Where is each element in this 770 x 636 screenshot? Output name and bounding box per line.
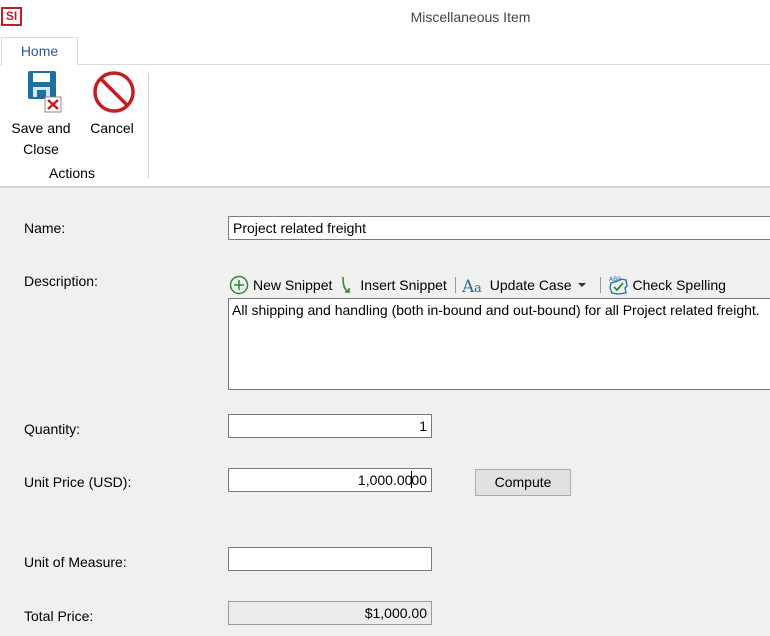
unit-price-value-tail: 00	[411, 472, 427, 488]
check-spelling-button[interactable]: ABC Check Spelling	[607, 274, 726, 296]
unit-price-label: Unit Price (USD):	[24, 474, 132, 490]
update-case-label: Update Case	[489, 277, 572, 293]
text-case-icon: A a	[462, 277, 482, 295]
ribbon-group-separator	[148, 73, 149, 179]
snippet-toolbar: New Snippet Insert Snippet A a Update Ca…	[229, 273, 770, 297]
title-bar: SI Miscellaneous Item	[0, 0, 770, 34]
add-circle-icon	[229, 275, 249, 295]
total-price-field: $1,000.00	[228, 601, 432, 625]
svg-text:a: a	[474, 281, 482, 295]
description-label: Description:	[24, 273, 98, 289]
save-and-close-button[interactable]: Save and Close	[6, 65, 76, 160]
quantity-input[interactable]: 1	[228, 414, 432, 438]
total-price-label: Total Price:	[24, 608, 94, 624]
save-and-close-label-line1: Save and	[11, 120, 71, 136]
tab-home[interactable]: Home	[1, 37, 78, 66]
save-close-icon	[28, 71, 62, 113]
new-snippet-label: New Snippet	[253, 277, 333, 293]
spell-check-icon: ABC	[609, 276, 628, 295]
toolbar-separator	[454, 277, 456, 293]
insert-snippet-button[interactable]: Insert Snippet	[338, 275, 447, 295]
ribbon: Save and Close Cancel Actions	[0, 65, 770, 188]
check-spelling-label: Check Spelling	[632, 277, 726, 293]
name-label: Name:	[24, 220, 66, 236]
cancel-icon	[93, 71, 135, 113]
ribbon-tabstrip: Home	[0, 34, 770, 66]
quantity-label: Quantity:	[24, 421, 81, 437]
unit-of-measure-input[interactable]	[228, 547, 432, 571]
unit-price-input[interactable]: 1,000.0000	[228, 468, 432, 492]
new-snippet-button[interactable]: New Snippet	[229, 275, 332, 295]
ribbon-group-label-actions: Actions	[49, 165, 95, 181]
unit-of-measure-label: Unit of Measure:	[24, 554, 127, 570]
description-textarea[interactable]: All shipping and handling (both in-bound…	[228, 298, 770, 390]
cancel-label: Cancel	[90, 120, 134, 136]
toolbar-separator	[599, 277, 601, 293]
insert-arrow-icon	[342, 276, 351, 293]
compute-button[interactable]: Compute	[475, 469, 571, 496]
dropdown-arrow-icon	[577, 283, 586, 287]
item-form: Name: Project related freight Descriptio…	[0, 190, 770, 636]
update-case-dropdown[interactable]: A a Update Case	[462, 275, 592, 295]
insert-snippet-label: Insert Snippet	[360, 277, 447, 293]
cancel-button[interactable]: Cancel	[84, 65, 140, 139]
window-title: Miscellaneous Item	[410, 9, 531, 25]
unit-price-value: 1,000.00	[357, 472, 413, 488]
save-and-close-label-line2: Close	[23, 141, 59, 157]
name-input[interactable]: Project related freight	[228, 216, 770, 240]
